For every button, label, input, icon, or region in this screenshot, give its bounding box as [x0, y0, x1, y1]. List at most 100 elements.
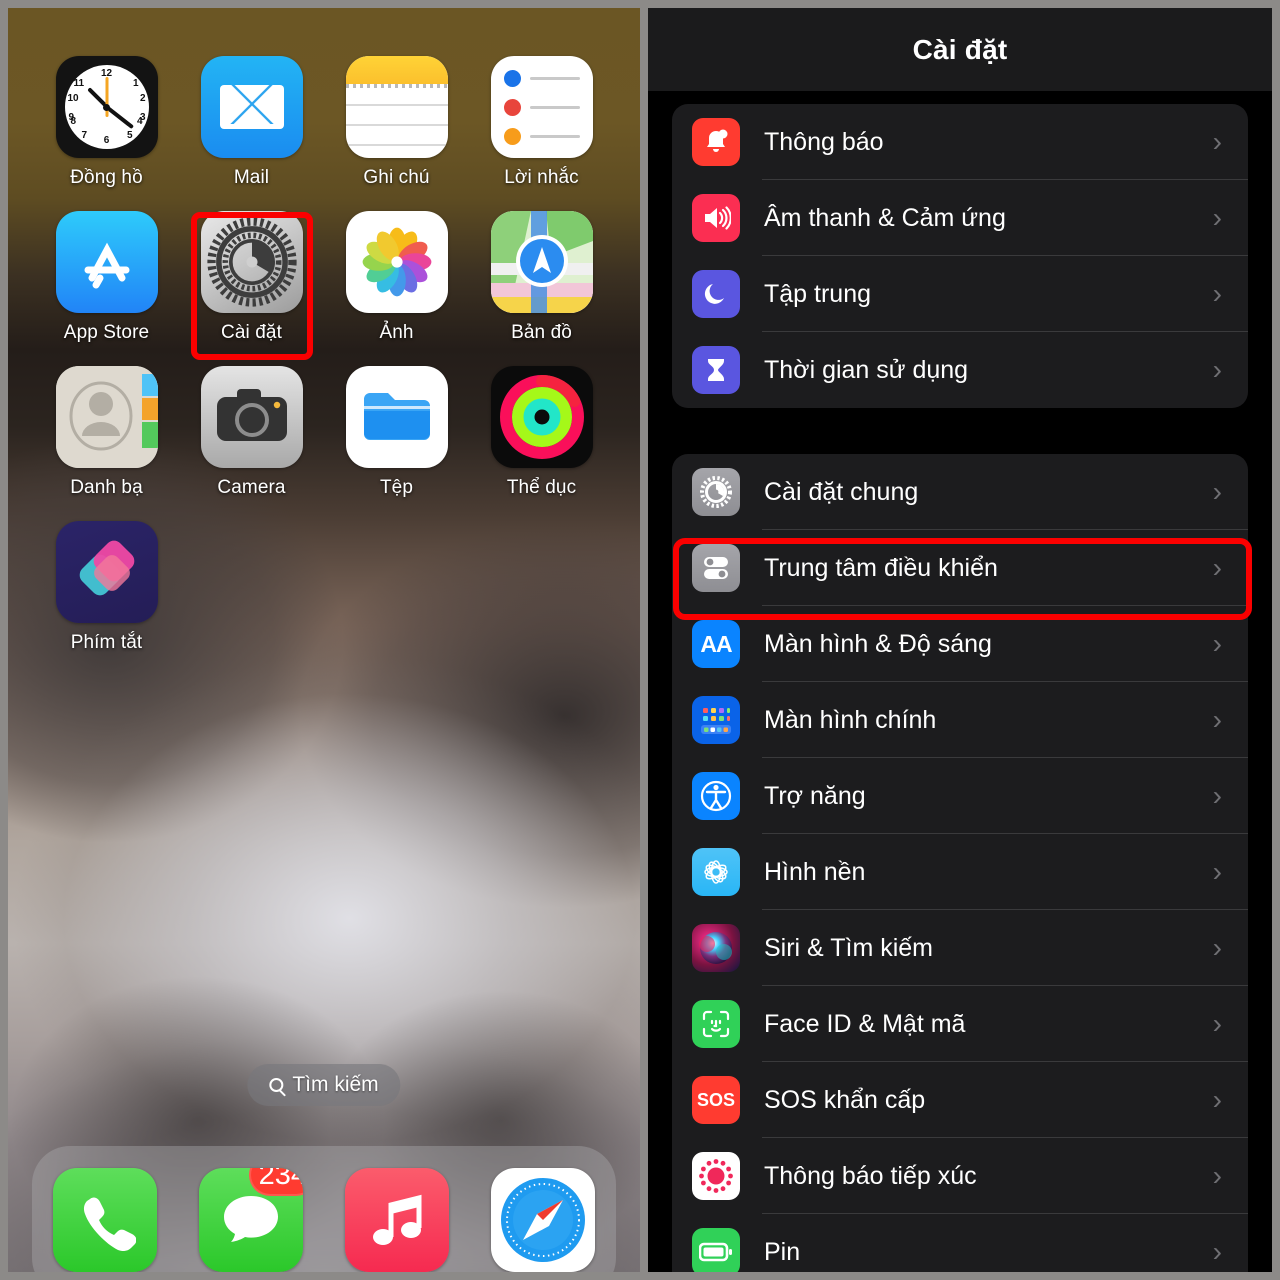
app-store-icon [55, 211, 158, 313]
maps-icon [490, 211, 593, 313]
app-files[interactable]: Tệp [324, 366, 469, 499]
settings-app: Cài đặt Thông báo › Âm thanh & Cảm ứng › [648, 8, 1272, 1272]
notes-icon [345, 56, 448, 158]
settings-row-general[interactable]: Cài đặt chung › [672, 454, 1248, 530]
settings-row-display-brightness[interactable]: AA Màn hình & Độ sáng › [672, 606, 1248, 682]
photos-icon [345, 211, 448, 313]
chevron-right-icon: › [1212, 354, 1222, 385]
app-label: App Store [63, 322, 150, 343]
aa-icon: AA [692, 620, 740, 668]
sos-icon: SOS [692, 1076, 740, 1124]
siri-icon [692, 924, 740, 972]
settings-row-home-screen[interactable]: Màn hình chính › [672, 682, 1248, 758]
settings-row-notifications[interactable]: Thông báo › [672, 104, 1248, 180]
settings-row-label: Thông báo tiếp xúc [764, 1161, 977, 1190]
settings-navbar: Cài đặt [648, 8, 1272, 92]
fitness-icon [490, 366, 593, 468]
shortcuts-icon [55, 521, 158, 623]
app-label: Thể dục [506, 477, 577, 498]
app-label: Lời nhắc [504, 167, 579, 188]
settings-group-2: Cài đặt chung › Trung tâm điều khiển › A… [672, 454, 1248, 1272]
clock-icon: 12 1 2 3 4 5 6 7 8 9 10 11 [55, 56, 158, 158]
app-maps[interactable]: Bản đồ [469, 211, 614, 344]
settings-row-accessibility[interactable]: Trợ năng › [672, 758, 1248, 834]
app-photos[interactable]: Ảnh [324, 211, 469, 344]
settings-row-label: SOS khẩn cấp [764, 1085, 926, 1114]
screenshot-stage: 12 1 2 3 4 5 6 7 8 9 10 11 Đồng hồ Mail … [0, 0, 1280, 1280]
settings-row-label: Thông báo [764, 127, 884, 156]
settings-group-1: Thông báo › Âm thanh & Cảm ứng › Tập tru… [672, 104, 1248, 408]
messages-badge: 234 [248, 1168, 303, 1196]
settings-row-emergency-sos[interactable]: SOS SOS khẩn cấp › [672, 1062, 1248, 1138]
app-app-store[interactable]: App Store [34, 211, 179, 344]
chevron-right-icon: › [1212, 932, 1222, 963]
app-label: Mail [233, 167, 270, 188]
chevron-right-icon: › [1212, 1236, 1222, 1267]
app-label: Tệp [379, 477, 414, 498]
face-id-icon [692, 1000, 740, 1048]
settings-row-control-center[interactable]: Trung tâm điều khiển › [672, 530, 1248, 606]
contacts-icon [55, 366, 158, 468]
app-reminders[interactable]: Lời nhắc [469, 56, 614, 189]
files-icon [345, 366, 448, 468]
app-label: Đồng hồ [70, 167, 143, 188]
app-clock[interactable]: 12 1 2 3 4 5 6 7 8 9 10 11 Đồng hồ [34, 56, 179, 189]
settings-row-label: Face ID & Mật mã [764, 1009, 966, 1038]
page-title: Cài đặt [912, 33, 1008, 65]
dock: 234 [32, 1146, 616, 1272]
settings-row-label: Pin [764, 1237, 801, 1266]
app-fitness[interactable]: Thể dục [469, 366, 614, 499]
hourglass-icon [692, 346, 740, 394]
camera-icon [200, 366, 303, 468]
app-camera[interactable]: Camera [179, 366, 324, 499]
settings-row-focus[interactable]: Tập trung › [672, 256, 1248, 332]
settings-row-siri-search[interactable]: Siri & Tìm kiếm › [672, 910, 1248, 986]
safari-icon[interactable] [491, 1168, 595, 1272]
settings-row-label: Màn hình & Độ sáng [764, 629, 992, 658]
settings-row-battery[interactable]: Pin › [672, 1214, 1248, 1272]
settings-row-wallpaper[interactable]: Hình nền › [672, 834, 1248, 910]
app-mail[interactable]: Mail [179, 56, 324, 189]
settings-row-face-id[interactable]: Face ID & Mật mã › [672, 986, 1248, 1062]
settings-row-label: Tập trung [764, 279, 872, 308]
phone-icon[interactable] [53, 1168, 157, 1272]
chevron-right-icon: › [1212, 704, 1222, 735]
settings-row-label: Thời gian sử dụng [764, 355, 969, 384]
chevron-right-icon: › [1212, 780, 1222, 811]
search-pill[interactable]: Tìm kiếm [247, 1064, 401, 1106]
chevron-right-icon: › [1212, 126, 1222, 157]
mail-icon [200, 56, 303, 158]
exposure-notification-icon [692, 1152, 740, 1200]
wallpaper-icon [692, 848, 740, 896]
moon-icon [692, 270, 740, 318]
messages-icon[interactable]: 234 [199, 1168, 303, 1272]
chevron-right-icon: › [1212, 628, 1222, 659]
settings-row-label: Cài đặt chung [764, 477, 919, 506]
chevron-right-icon: › [1212, 856, 1222, 887]
app-label: Camera [217, 477, 286, 498]
app-settings[interactable]: Cài đặt [179, 211, 324, 344]
reminders-icon [490, 56, 593, 158]
app-shortcuts[interactable]: Phím tắt [34, 521, 179, 654]
iphone-home-screen: 12 1 2 3 4 5 6 7 8 9 10 11 Đồng hồ Mail … [8, 8, 640, 1272]
gear-icon [692, 468, 740, 516]
settings-row-label: Hình nền [764, 857, 866, 886]
settings-row-screen-time[interactable]: Thời gian sử dụng › [672, 332, 1248, 408]
app-contacts[interactable]: Danh bạ [34, 366, 179, 499]
music-icon[interactable] [345, 1168, 449, 1272]
settings-row-label: Âm thanh & Cảm ứng [764, 203, 1006, 232]
chevron-right-icon: › [1212, 1008, 1222, 1039]
bell-icon [692, 118, 740, 166]
app-label: Ảnh [379, 322, 414, 343]
app-notes[interactable]: Ghi chú [324, 56, 469, 189]
toggles-icon [692, 544, 740, 592]
settings-row-sounds[interactable]: Âm thanh & Cảm ứng › [672, 180, 1248, 256]
settings-row-exposure-notifications[interactable]: Thông báo tiếp xúc › [672, 1138, 1248, 1214]
accessibility-icon [692, 772, 740, 820]
app-label: Bản đồ [511, 322, 572, 343]
chevron-right-icon: › [1212, 202, 1222, 233]
settings-row-label: Siri & Tìm kiếm [764, 933, 933, 962]
chevron-right-icon: › [1212, 278, 1222, 309]
app-label: Phím tắt [70, 632, 143, 653]
settings-gear-icon [200, 211, 303, 313]
